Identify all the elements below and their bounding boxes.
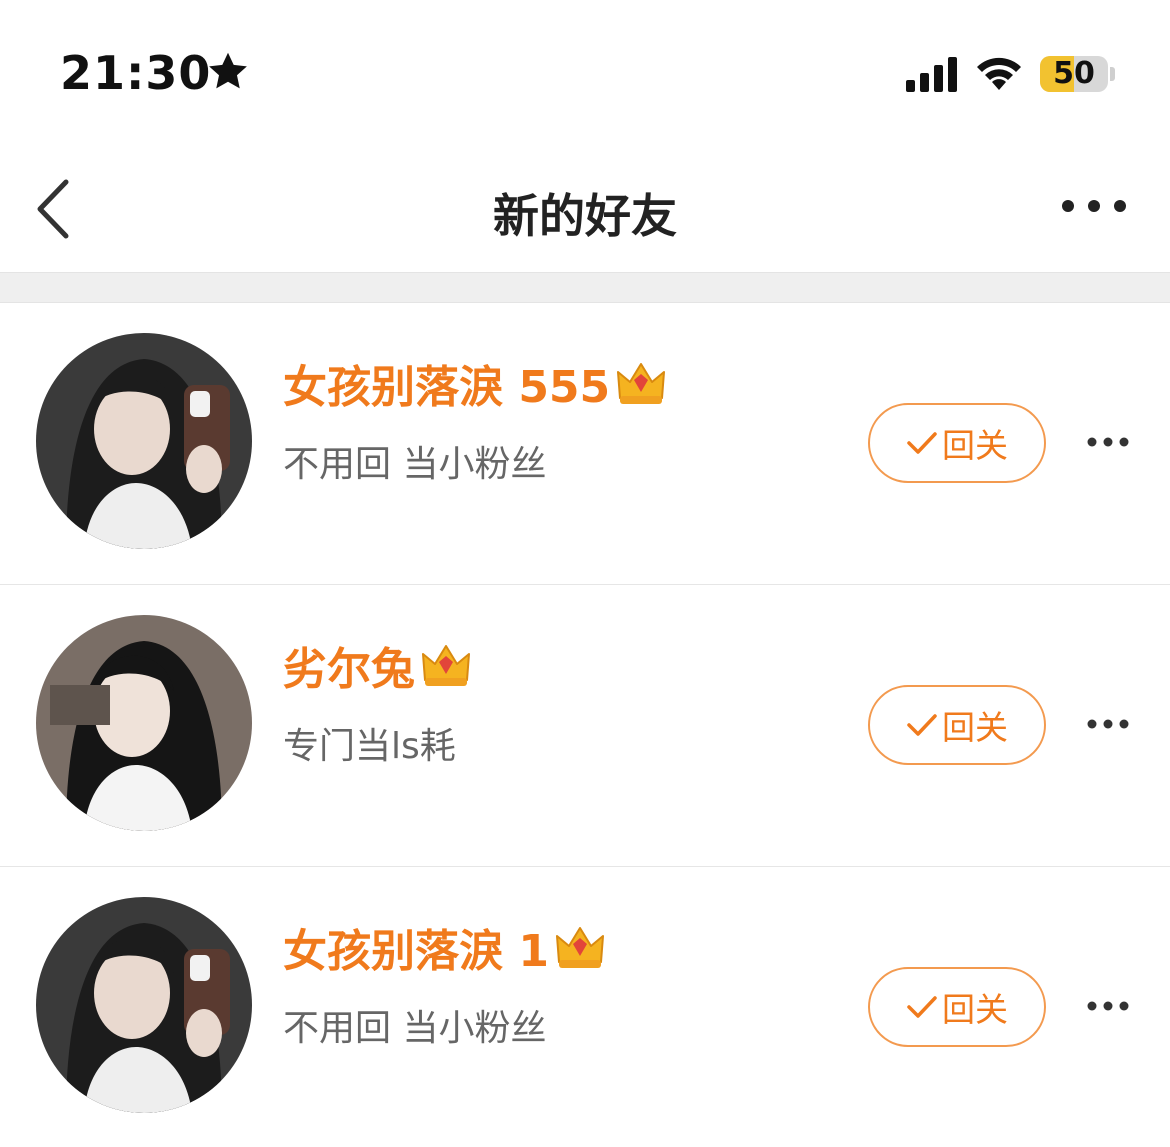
avatar[interactable] [36,333,252,549]
vip-crown-icon [419,642,473,688]
check-icon [907,432,937,454]
follow-back-label: 回关 [942,426,1008,465]
follow-back-button[interactable]: 回关 [868,403,1046,483]
battery-cap [1110,67,1115,81]
more-horizontal-icon[interactable] [1058,196,1130,216]
friend-row[interactable]: 女孩别落淚 1 不用回 当小粉丝 回关 [0,867,1170,1147]
user-name[interactable]: 女孩别落淚 1 [283,915,549,979]
friend-row[interactable]: 劣尔兔 专门当ls耗 回关 [0,585,1170,867]
row-more-icon[interactable] [1086,999,1130,1013]
battery-level: 50 [1053,56,1095,91]
vip-crown-icon [614,360,668,406]
battery-icon: 50 [1040,56,1108,92]
nav-bar: 新的好友 [0,140,1170,272]
follow-back-button[interactable]: 回关 [868,685,1046,765]
check-icon [907,996,937,1018]
user-bio: 专门当ls耗 [283,726,456,767]
wifi-icon [977,57,1021,90]
user-bio: 不用回 当小粉丝 [283,444,547,485]
friend-row[interactable]: 女孩别落淚 555 不用回 当小粉丝 回关 [0,303,1170,585]
star-icon [209,52,247,89]
status-bar: 21:30 50 [0,0,1170,140]
section-divider [0,272,1170,303]
avatar[interactable] [36,615,252,831]
vip-crown-icon [553,924,607,970]
row-more-icon[interactable] [1086,717,1130,731]
follow-back-label: 回关 [942,708,1008,747]
avatar[interactable] [36,897,252,1113]
check-icon [907,714,937,736]
follow-back-label: 回关 [942,990,1008,1029]
user-name[interactable]: 女孩别落淚 555 [283,351,610,415]
name-line: 女孩别落淚 1 [283,917,607,977]
page-title: 新的好友 [493,189,677,243]
row-more-icon[interactable] [1086,435,1130,449]
name-line: 劣尔兔 [283,635,473,695]
follow-back-button[interactable]: 回关 [868,967,1046,1047]
name-line: 女孩别落淚 555 [283,353,668,413]
user-name[interactable]: 劣尔兔 [283,633,415,697]
user-bio: 不用回 当小粉丝 [283,1008,547,1049]
signal-icon [906,57,957,92]
status-time: 21:30 [60,46,212,100]
